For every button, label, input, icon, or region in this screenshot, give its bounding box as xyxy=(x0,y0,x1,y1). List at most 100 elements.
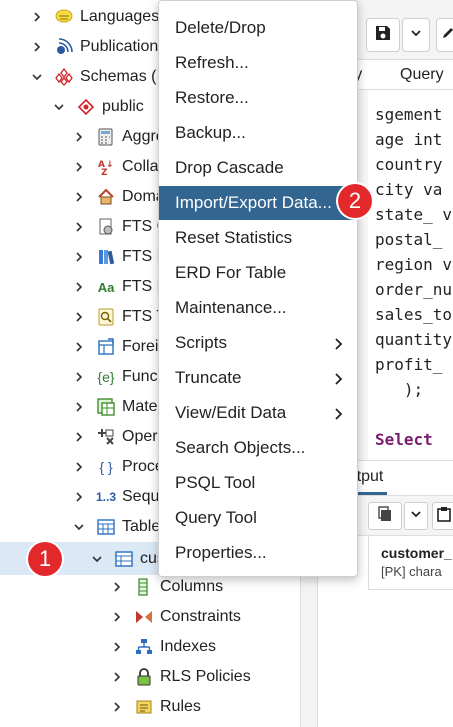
tree-item-label: Collat xyxy=(122,158,163,175)
chevron-right-icon xyxy=(331,371,345,385)
menu-item-label: Reset Statistics xyxy=(175,228,293,247)
domains-icon xyxy=(96,187,116,207)
schema-public-icon xyxy=(76,97,96,117)
constraints-icon xyxy=(134,607,154,627)
table-icon xyxy=(114,549,134,569)
tree-item-label: Funct xyxy=(122,368,163,385)
code-line: sgement xyxy=(375,105,443,124)
edit-button[interactable] xyxy=(436,18,453,52)
schemas-icon xyxy=(54,67,74,87)
code-line: sales_to xyxy=(375,305,453,324)
chevron-right-icon[interactable] xyxy=(72,220,86,234)
chevron-right-icon[interactable] xyxy=(30,40,44,54)
menu-item-label: Scripts xyxy=(175,333,227,352)
chevron-right-icon[interactable] xyxy=(72,130,86,144)
menu-item-drop-cascade[interactable]: Drop Cascade xyxy=(159,151,357,185)
chevron-right-icon[interactable] xyxy=(30,10,44,24)
chevron-right-icon[interactable] xyxy=(72,430,86,444)
chevron-right-icon[interactable] xyxy=(110,670,124,684)
menu-item-scripts[interactable]: Scripts xyxy=(159,326,357,360)
tree-item-constraints[interactable]: Constraints xyxy=(0,602,300,632)
foreign-tables-icon xyxy=(96,337,116,357)
menu-item-properties[interactable]: Properties... xyxy=(159,536,357,570)
tree-item-label: Publication xyxy=(80,38,159,55)
tables-icon xyxy=(96,517,116,537)
save-button[interactable] xyxy=(366,18,400,52)
rules-icon xyxy=(134,697,154,717)
tree-item-rules[interactable]: Rules xyxy=(0,692,300,722)
chevron-right-icon xyxy=(331,336,345,350)
chevron-down-icon[interactable] xyxy=(90,552,104,566)
code-line: age int xyxy=(375,130,443,149)
chevron-right-icon[interactable] xyxy=(72,400,86,414)
column-name: customer_ xyxy=(381,545,452,561)
menu-item-label: PSQL Tool xyxy=(175,473,256,492)
chevron-right-icon[interactable] xyxy=(72,460,86,474)
copy-options-dropdown[interactable] xyxy=(404,502,428,530)
menu-item-delete-drop[interactable]: Delete/Drop xyxy=(159,11,357,45)
chevron-down-icon[interactable] xyxy=(52,100,66,114)
chevron-right-icon[interactable] xyxy=(72,190,86,204)
chevron-right-icon[interactable] xyxy=(72,250,86,264)
code-line: Select xyxy=(375,430,433,449)
chevron-right-icon[interactable] xyxy=(72,310,86,324)
chevron-down-icon[interactable] xyxy=(30,70,44,84)
menu-item-label: Truncate xyxy=(175,368,242,387)
chevron-right-icon[interactable] xyxy=(72,340,86,354)
menu-item-label: Properties... xyxy=(175,543,267,562)
tree-item-indexes[interactable]: Indexes xyxy=(0,632,300,662)
aggregates-icon xyxy=(96,127,116,147)
tree-item-label: Rules xyxy=(160,698,201,715)
tree-item-label: public xyxy=(102,98,144,115)
menu-item-backup[interactable]: Backup... xyxy=(159,116,357,150)
copy-button[interactable] xyxy=(368,502,402,530)
chevron-right-icon[interactable] xyxy=(110,640,124,654)
chevron-right-icon[interactable] xyxy=(72,370,86,384)
menu-item-refresh[interactable]: Refresh... xyxy=(159,46,357,80)
step-badge-1: 1 xyxy=(28,542,62,576)
menu-item-import-export-data[interactable]: Import/Export Data... xyxy=(159,186,357,220)
menu-item-label: Maintenance... xyxy=(175,298,287,317)
menu-item-maintenance[interactable]: Maintenance... xyxy=(159,291,357,325)
menu-item-label: Query Tool xyxy=(175,508,257,527)
chevron-right-icon[interactable] xyxy=(72,160,86,174)
menu-item-psql-tool[interactable]: PSQL Tool xyxy=(159,466,357,500)
chevron-right-icon[interactable] xyxy=(110,610,124,624)
copy-icon xyxy=(377,505,393,527)
paste-button[interactable] xyxy=(432,502,453,530)
menu-item-label: Import/Export Data... xyxy=(175,193,332,212)
sequences-icon: 1..3 xyxy=(96,490,117,504)
menu-item-erd-for-table[interactable]: ERD For Table xyxy=(159,256,357,290)
columns-icon xyxy=(134,577,154,597)
menu-item-label: Refresh... xyxy=(175,53,249,72)
menu-item-label: Drop Cascade xyxy=(175,158,284,177)
menu-item-truncate[interactable]: Truncate xyxy=(159,361,357,395)
pencil-icon xyxy=(441,26,453,45)
grid-column-header[interactable]: customer_ [PK] chara xyxy=(368,536,453,590)
chevron-right-icon[interactable] xyxy=(110,700,124,714)
menu-item-label: Search Objects... xyxy=(175,438,306,457)
context-menu: Delete/Drop Refresh... Restore... Backup… xyxy=(158,0,358,577)
chevron-right-icon[interactable] xyxy=(72,280,86,294)
tree-item-label: Table xyxy=(122,518,161,535)
chevron-down-icon xyxy=(410,507,422,525)
chevron-right-icon[interactable] xyxy=(110,580,124,594)
publication-icon xyxy=(54,37,74,57)
menu-item-restore[interactable]: Restore... xyxy=(159,81,357,115)
menu-item-search-objects[interactable]: Search Objects... xyxy=(159,431,357,465)
tree-item-label: RLS Policies xyxy=(160,668,251,685)
menu-item-query-tool[interactable]: Query Tool xyxy=(159,501,357,535)
menu-item-view-edit-data[interactable]: View/Edit Data xyxy=(159,396,357,430)
tree-item-rls-policies[interactable]: RLS Policies xyxy=(0,662,300,692)
tab-query-history[interactable]: Query xyxy=(400,66,444,84)
menu-item-label: Backup... xyxy=(175,123,246,142)
languages-icon xyxy=(54,7,74,27)
chevron-down-icon[interactable] xyxy=(72,520,86,534)
code-line: quantity xyxy=(375,330,453,349)
menu-item-reset-statistics[interactable]: Reset Statistics xyxy=(159,221,357,255)
chevron-right-icon[interactable] xyxy=(72,490,86,504)
menu-item-label: View/Edit Data xyxy=(175,403,287,422)
step-badge-2: 2 xyxy=(338,184,372,218)
save-options-dropdown[interactable] xyxy=(402,18,430,52)
tree-item-label: Columns xyxy=(160,578,224,595)
